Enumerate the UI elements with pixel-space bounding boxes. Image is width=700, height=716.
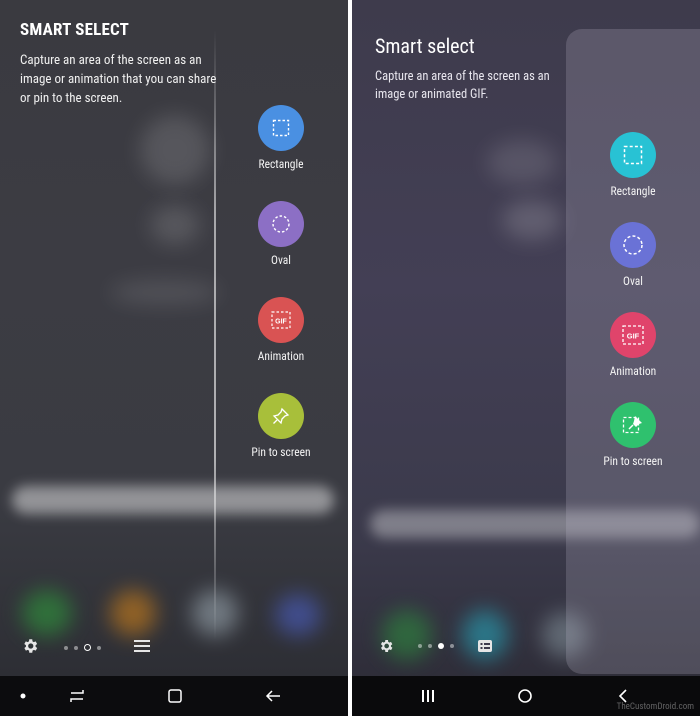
dashed-rectangle-icon [272,119,290,137]
oval-tool[interactable]: Oval [585,222,681,288]
animation-tool-button[interactable]: GIF [610,312,656,358]
oval-tool-label: Oval [623,274,643,288]
page-dot[interactable] [418,644,422,648]
pin-to-screen-tool-button[interactable] [610,402,656,448]
home-page-indicator[interactable] [64,644,101,651]
settings-gear-icon[interactable] [374,626,398,666]
rectangle-tool-label: Rectangle [258,157,304,171]
page-dot-current[interactable] [84,644,91,651]
rectangle-tool-button[interactable] [610,132,656,178]
pin-to-screen-tool-button[interactable] [258,393,304,439]
page-dot[interactable] [450,644,454,648]
pin-icon [622,416,642,434]
oval-tool-button[interactable] [610,222,656,268]
svg-text:GIF: GIF [275,319,287,326]
pin-to-screen-tool[interactable]: Pin to screen [585,402,681,468]
navigation-bar: TheCustomDroid.com [352,676,700,716]
rectangle-tool[interactable]: Rectangle [233,105,329,171]
oval-tool[interactable]: Oval [233,201,329,267]
home-button-icon[interactable] [162,676,188,716]
recents-button-icon[interactable] [416,676,440,716]
recents-button-icon[interactable] [64,676,90,716]
animation-tool[interactable]: GIF Animation [585,312,681,378]
gif-icon: GIF [622,325,644,345]
gif-icon: GIF [271,311,291,329]
home-button-icon[interactable] [513,676,537,716]
page-dot[interactable] [74,645,78,650]
page-dot[interactable] [64,645,68,650]
oval-tool-label: Oval [271,253,291,267]
navigation-bar [0,676,348,716]
blurred-wallpaper [140,115,210,185]
right-screen: Smart select Capture an area of the scre… [352,0,700,716]
blurred-wallpaper [110,280,220,305]
oval-tool-button[interactable] [258,201,304,247]
smart-select-title: SMART SELECT [20,20,130,40]
animation-tool-label: Animation [257,349,305,363]
pin-to-screen-tool-label: Pin to screen [251,445,311,459]
animation-tool-label: Animation [609,364,657,378]
apps-drawer-icon[interactable] [473,626,497,666]
rectangle-tool-button[interactable] [258,105,304,151]
blurred-search-bar [12,486,334,514]
rectangle-tool-label: Rectangle [610,184,656,198]
page-dot[interactable] [428,644,432,648]
blurred-app-icon [275,594,321,636]
dot-button-icon[interactable] [14,676,32,716]
pin-icon [272,407,290,425]
smart-select-description: Capture an area of the screen as an imag… [20,53,217,106]
pin-to-screen-tool-label: Pin to screen [603,454,663,468]
left-screen: SMART SELECT Capture an area of the scre… [0,0,348,716]
apps-menu-icon[interactable] [130,626,154,666]
dashed-rectangle-icon [623,145,643,165]
edge-panel-handle-line [214,30,216,640]
home-page-indicator[interactable] [418,643,454,649]
dashed-circle-icon [623,235,643,255]
page-dot[interactable] [97,645,101,650]
smart-select-description: Capture an area of the screen as an imag… [375,69,550,102]
settings-gear-icon[interactable] [18,626,42,666]
watermark: TheCustomDroid.com [616,702,694,712]
animation-tool-button[interactable]: GIF [258,297,304,343]
blurred-wallpaper [150,205,200,245]
svg-text:GIF: GIF [627,332,640,341]
back-button-icon[interactable] [260,676,286,716]
pin-to-screen-tool[interactable]: Pin to screen [233,393,329,459]
rectangle-tool[interactable]: Rectangle [585,132,681,198]
page-dot-current[interactable] [438,643,444,649]
blurred-wallpaper [487,140,557,185]
animation-tool[interactable]: GIF Animation [233,297,329,363]
smart-select-title: Smart select [375,34,475,58]
dashed-circle-icon [272,215,290,233]
blurred-wallpaper [502,200,562,240]
